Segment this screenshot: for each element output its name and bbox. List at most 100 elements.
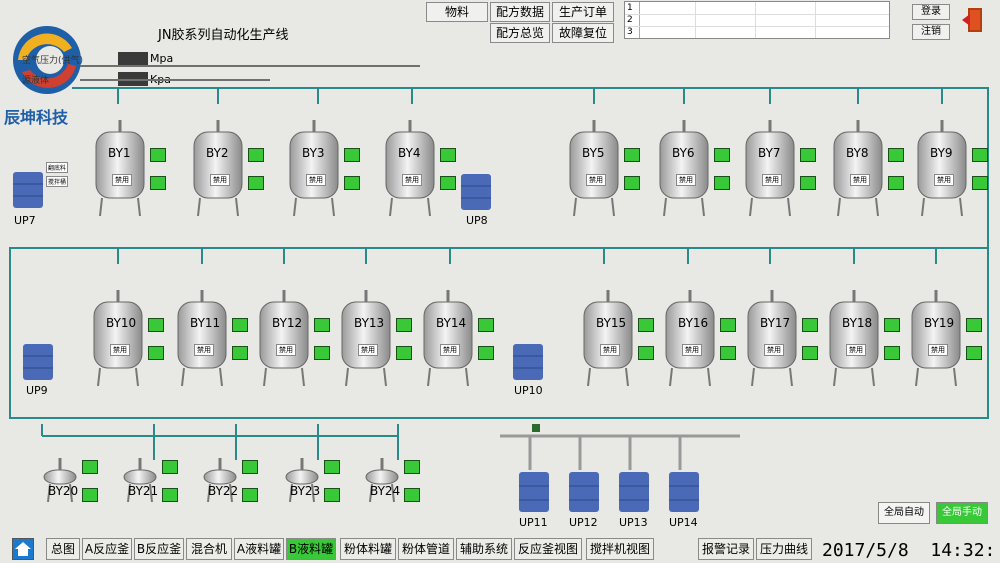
status-indicator[interactable] <box>242 460 258 474</box>
status-indicator[interactable] <box>248 176 264 190</box>
status-indicator[interactable] <box>800 176 816 190</box>
status-indicator[interactable] <box>396 346 412 360</box>
status-indicator[interactable] <box>404 460 420 474</box>
status-indicator[interactable] <box>404 488 420 502</box>
tank-by14[interactable]: BY14 禁用 <box>420 290 494 387</box>
status-indicator[interactable] <box>396 318 412 332</box>
global-auto-button[interactable]: 全局自动 <box>878 502 930 524</box>
status-indicator[interactable] <box>314 346 330 360</box>
tank-by16[interactable]: BY16 禁用 <box>662 290 736 387</box>
global-manual-button[interactable]: 全局手动 <box>936 502 988 524</box>
tank-by8[interactable]: BY8 禁用 <box>830 120 904 217</box>
status-indicator[interactable] <box>162 460 178 474</box>
home-icon[interactable] <box>12 538 34 560</box>
status-indicator[interactable] <box>440 176 456 190</box>
tank-by11[interactable]: BY11 禁用 <box>174 290 248 387</box>
nav-6[interactable]: 粉体料罐 <box>340 538 396 560</box>
tank-by12[interactable]: BY12 禁用 <box>256 290 330 387</box>
nav-9[interactable]: 反应釜视图 <box>514 538 582 560</box>
tank-by20[interactable]: BY20 <box>40 458 98 503</box>
status-indicator[interactable] <box>714 148 730 162</box>
status-indicator[interactable] <box>232 318 248 332</box>
tank-by4[interactable]: BY4 禁用 <box>382 120 456 217</box>
tank-by7[interactable]: BY7 禁用 <box>742 120 816 217</box>
status-indicator[interactable] <box>802 318 818 332</box>
nav-7[interactable]: 粉体管道 <box>398 538 454 560</box>
status-indicator[interactable] <box>966 346 982 360</box>
drum-up11[interactable] <box>518 470 550 514</box>
nav-8[interactable]: 辅助系统 <box>456 538 512 560</box>
status-indicator[interactable] <box>802 346 818 360</box>
tank-by9[interactable]: BY9 禁用 <box>914 120 988 217</box>
status-indicator[interactable] <box>248 148 264 162</box>
status-indicator[interactable] <box>720 318 736 332</box>
status-indicator[interactable] <box>888 148 904 162</box>
status-indicator[interactable] <box>344 176 360 190</box>
tank-by3[interactable]: BY3 禁用 <box>286 120 360 217</box>
up10-drum[interactable] <box>512 342 544 382</box>
nav-2[interactable]: B反应釜 <box>134 538 184 560</box>
drum-up12[interactable] <box>568 470 600 514</box>
up7-drum[interactable] <box>12 170 44 210</box>
tank-label: BY7 <box>758 146 781 160</box>
status-indicator[interactable] <box>800 148 816 162</box>
tank-by6[interactable]: BY6 禁用 <box>656 120 730 217</box>
tank-by5[interactable]: BY5 禁用 <box>566 120 640 217</box>
status-indicator[interactable] <box>714 176 730 190</box>
tank-by10[interactable]: BY10 禁用 <box>90 290 164 387</box>
nav-11[interactable]: 报警记录 <box>698 538 754 560</box>
status-indicator[interactable] <box>624 176 640 190</box>
drum-up14[interactable] <box>668 470 700 514</box>
nav-4[interactable]: A液料罐 <box>234 538 284 560</box>
status-indicator[interactable] <box>972 148 988 162</box>
tank-disabled-badge: 禁用 <box>682 344 702 356</box>
tank-by22[interactable]: BY22 <box>200 458 258 503</box>
status-indicator[interactable] <box>638 346 654 360</box>
status-indicator[interactable] <box>440 148 456 162</box>
status-indicator[interactable] <box>624 148 640 162</box>
status-indicator[interactable] <box>162 488 178 502</box>
up9-drum[interactable] <box>22 342 54 382</box>
status-indicator[interactable] <box>344 148 360 162</box>
status-indicator[interactable] <box>82 488 98 502</box>
status-indicator[interactable] <box>150 176 166 190</box>
nav-12[interactable]: 压力曲线 <box>756 538 812 560</box>
tank-by2[interactable]: BY2 禁用 <box>190 120 264 217</box>
tank-by21[interactable]: BY21 <box>120 458 178 503</box>
reactor-tank-icon <box>917 120 967 217</box>
nav-10[interactable]: 搅拌机视图 <box>586 538 654 560</box>
tank-by19[interactable]: BY19 禁用 <box>908 290 982 387</box>
tank-by13[interactable]: BY13 禁用 <box>338 290 412 387</box>
status-indicator[interactable] <box>720 346 736 360</box>
nav-5[interactable]: B液料罐 <box>286 538 336 560</box>
tank-by23[interactable]: BY23 <box>282 458 340 503</box>
tank-by1[interactable]: BY1 禁用 <box>92 120 166 217</box>
status-indicator[interactable] <box>478 318 494 332</box>
up8-drum[interactable] <box>460 172 492 212</box>
status-indicator[interactable] <box>972 176 988 190</box>
nav-1[interactable]: A反应釜 <box>82 538 132 560</box>
status-indicator[interactable] <box>314 318 330 332</box>
tank-by18[interactable]: BY18 禁用 <box>826 290 900 387</box>
status-indicator[interactable] <box>150 148 166 162</box>
status-indicator[interactable] <box>232 346 248 360</box>
status-indicator[interactable] <box>324 488 340 502</box>
status-indicator[interactable] <box>888 176 904 190</box>
status-indicator[interactable] <box>82 460 98 474</box>
status-indicator[interactable] <box>148 318 164 332</box>
nav-0[interactable]: 总图 <box>46 538 80 560</box>
tank-by17[interactable]: BY17 禁用 <box>744 290 818 387</box>
tank-by15[interactable]: BY15 禁用 <box>580 290 654 387</box>
nav-3[interactable]: 混合机 <box>186 538 232 560</box>
status-indicator[interactable] <box>478 346 494 360</box>
status-indicator[interactable] <box>638 318 654 332</box>
tank-by24[interactable]: BY24 <box>362 458 420 503</box>
drum-label: UP14 <box>669 516 698 529</box>
status-indicator[interactable] <box>148 346 164 360</box>
status-indicator[interactable] <box>884 346 900 360</box>
status-indicator[interactable] <box>966 318 982 332</box>
status-indicator[interactable] <box>884 318 900 332</box>
drum-up13[interactable] <box>618 470 650 514</box>
status-indicator[interactable] <box>242 488 258 502</box>
status-indicator[interactable] <box>324 460 340 474</box>
